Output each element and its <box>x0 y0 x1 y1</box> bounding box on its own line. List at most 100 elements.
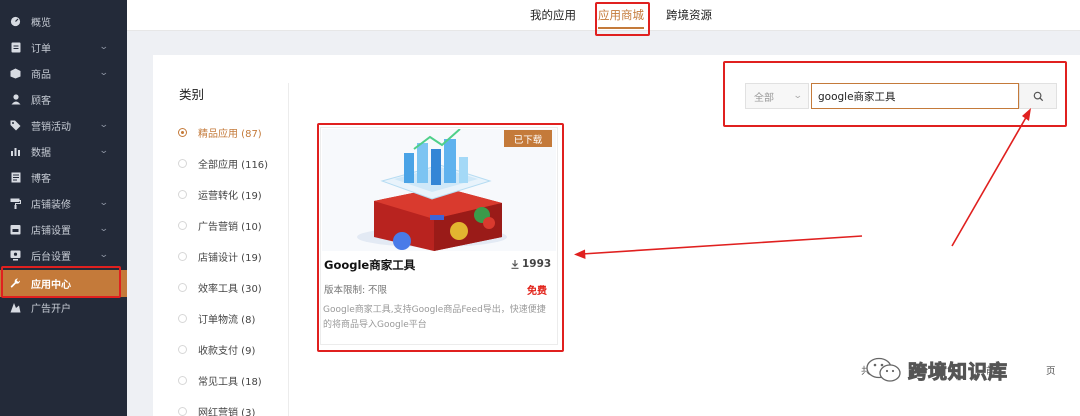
downloaded-badge: 已下载 <box>504 130 552 147</box>
sidebar-item-label: 订单 <box>31 43 51 55</box>
category-label: 全部应用 (116) <box>198 159 269 171</box>
radio-icon <box>178 251 187 261</box>
category-label: 效率工具 (30) <box>198 283 262 295</box>
paint-roller-icon <box>10 198 21 209</box>
radio-icon <box>178 406 187 416</box>
watermark-text: 跨境知识库 <box>907 360 1009 383</box>
radio-icon <box>178 313 187 323</box>
tag-icon <box>10 120 21 131</box>
category-item[interactable]: 店铺设计 (19) <box>178 248 262 264</box>
version-limit-label: 版本限制: <box>324 285 366 296</box>
chevron-down-icon: ⌄ <box>99 42 110 52</box>
search-scope-select[interactable]: 全部 ⌄ <box>745 83 809 109</box>
category-item[interactable]: 运营转化 (19) <box>178 186 262 202</box>
pagination-page: 页 <box>1046 366 1056 377</box>
sidebar-item-label: 数据 <box>31 147 51 159</box>
sidebar: 概览订单 ⌄ 商品 ⌄ 顾客营销活动 ⌄ 数据 ⌄ 博客店铺装修 ⌄ 店铺设置 ⌄ 后台设置 ⌄ 应用中心广… <box>0 0 127 416</box>
category-label: 常见工具 (18) <box>198 376 262 388</box>
download-count-value: 1993 <box>522 258 552 270</box>
tab-my-apps[interactable]: 我的应用 <box>530 0 576 31</box>
sidebar-item-11[interactable]: 广告开户 <box>0 294 127 320</box>
store-icon <box>10 224 21 235</box>
radio-icon <box>178 375 187 385</box>
sidebar-item-label: 应用中心 <box>31 280 71 291</box>
category-label: 网红营销 (3) <box>198 407 256 416</box>
category-title: 类别 <box>179 87 205 102</box>
search-button[interactable] <box>1019 83 1057 109</box>
chevron-down-icon: ⌄ <box>793 91 804 101</box>
category-item[interactable]: 广告营销 (10) <box>178 217 262 233</box>
sidebar-item-2[interactable]: 商品 ⌄ <box>0 60 127 86</box>
tab-app-store[interactable]: 应用商城 <box>598 0 644 31</box>
category-item[interactable]: 全部应用 (116) <box>178 155 268 171</box>
version-limit-value: 不限 <box>368 285 388 296</box>
category-item[interactable]: 常见工具 (18) <box>178 372 262 388</box>
chevron-down-icon: ⌄ <box>99 250 110 260</box>
category-label: 精品应用 (87) <box>198 128 262 140</box>
sidebar-item-3[interactable]: 顾客 <box>0 86 127 112</box>
category-item[interactable]: 订单物流 (8) <box>178 310 255 326</box>
app-illustration <box>322 129 556 251</box>
dashboard-icon <box>10 16 21 27</box>
chevron-down-icon: ⌄ <box>99 68 110 78</box>
category-label: 收款支付 (9) <box>198 345 256 357</box>
sidebar-item-label: 概览 <box>31 17 51 29</box>
sidebar-item-7[interactable]: 店铺装修 ⌄ <box>0 190 127 216</box>
chevron-down-icon: ⌄ <box>99 120 110 130</box>
tab-cross-border-resources[interactable]: 跨境资源 <box>666 0 712 31</box>
sidebar-item-10[interactable]: 应用中心 <box>0 270 127 297</box>
top-tab-bar: 我的应用 应用商城 跨境资源 <box>127 0 1080 31</box>
category-divider <box>288 83 289 416</box>
box-icon <box>10 68 21 79</box>
radio-icon <box>178 158 187 168</box>
search-scope-value: 全部 <box>754 92 774 104</box>
category-item[interactable]: 效率工具 (30) <box>178 279 262 295</box>
chevron-down-icon: ⌄ <box>99 198 110 208</box>
sidebar-item-label: 店铺设置 <box>31 225 71 237</box>
chevron-down-icon: ⌄ <box>99 224 110 234</box>
sidebar-item-1[interactable]: 订单 ⌄ <box>0 34 127 60</box>
category-label: 广告营销 (10) <box>198 221 262 233</box>
sidebar-item-6[interactable]: 博客 <box>0 164 127 190</box>
category-label: 店铺设计 (19) <box>198 252 262 264</box>
app-description: Google商家工具,支持Google商品Feed导出，快速便捷的将商品导入Go… <box>323 305 546 330</box>
category-item[interactable]: 收款支付 (9) <box>178 341 255 357</box>
search-icon <box>1033 91 1043 101</box>
search-input[interactable] <box>811 83 1019 109</box>
radio-icon <box>178 282 187 292</box>
wechat-icon <box>866 357 901 382</box>
sidebar-item-label: 营销活动 <box>31 121 71 133</box>
sidebar-item-5[interactable]: 数据 ⌄ <box>0 138 127 164</box>
app-title[interactable]: Google商家工具 <box>324 257 415 273</box>
price-label: 免费 <box>527 286 547 297</box>
chevron-down-icon: ⌄ <box>99 146 110 156</box>
download-icon <box>511 259 519 269</box>
sidebar-item-0[interactable]: 概览 <box>0 8 127 34</box>
radio-icon <box>178 220 187 230</box>
download-count: 1993 <box>511 258 551 270</box>
sidebar-item-label: 顾客 <box>31 95 51 107</box>
wrench-icon <box>10 278 21 289</box>
category-label: 运营转化 (19) <box>198 190 262 202</box>
sidebar-item-label: 广告开户 <box>31 303 71 315</box>
sidebar-item-label: 商品 <box>31 69 51 81</box>
blog-icon <box>10 172 21 183</box>
category-label: 订单物流 (8) <box>198 314 256 326</box>
radio-icon <box>178 189 187 199</box>
bar-chart-icon <box>10 146 21 157</box>
settings-icon <box>10 250 21 261</box>
sidebar-item-label: 博客 <box>31 173 51 185</box>
user-icon <box>10 93 21 105</box>
category-item[interactable]: 网红营销 (3) <box>178 403 255 416</box>
ad-icon <box>10 302 21 313</box>
radio-icon <box>178 344 187 354</box>
sidebar-item-9[interactable]: 后台设置 ⌄ <box>0 242 127 268</box>
sidebar-item-8[interactable]: 店铺设置 ⌄ <box>0 216 127 242</box>
order-icon <box>10 42 21 53</box>
sidebar-item-label: 后台设置 <box>31 251 71 263</box>
category-item[interactable]: 精品应用 (87) <box>178 124 262 140</box>
sidebar-item-4[interactable]: 营销活动 ⌄ <box>0 112 127 138</box>
radio-icon <box>178 127 187 137</box>
sidebar-item-label: 店铺装修 <box>31 199 71 211</box>
watermark: 跨境知识库 <box>866 354 1008 386</box>
